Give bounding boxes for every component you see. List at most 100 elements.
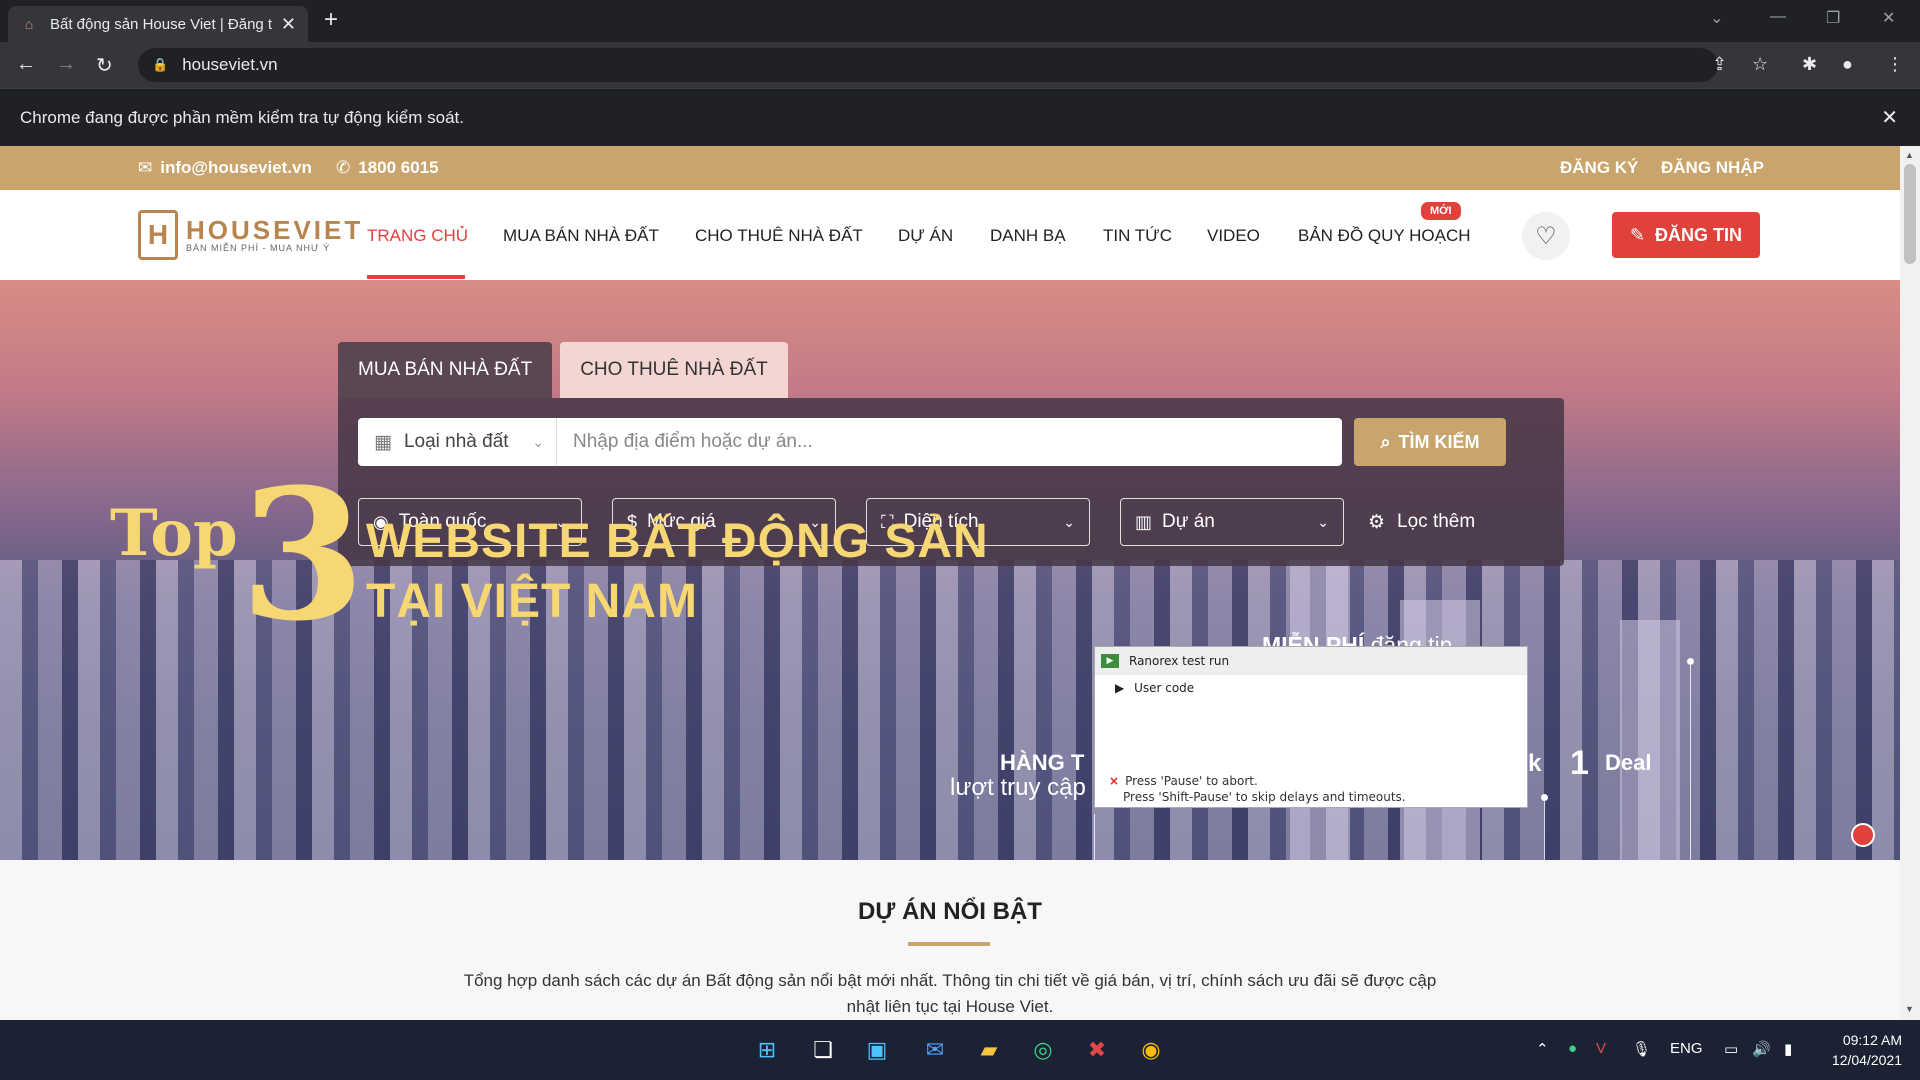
scroll-thumb[interactable] [1904,164,1916,264]
register-link[interactable]: ĐĂNG KÝ [1560,158,1638,178]
tray-overflow-icon[interactable]: ⌃ [1536,1040,1549,1058]
ranorex-test-run-window: ▶ Ranorex test run ▶ User code × Press 'P… [1094,646,1528,808]
logo-wordmark: HOUSEVIET [186,215,364,245]
url-text: houseviet.vn [182,55,278,74]
microphone-icon[interactable]: 🎙 [1632,1040,1651,1058]
tower-image [1620,620,1680,860]
site-logo[interactable]: H HOUSEVIET BÁN MIỄN PHÍ - MUA NHƯ Ý [138,210,363,260]
gear-icon: ⚙ [1368,511,1386,533]
chrome-menu-icon[interactable]: ⋮ [1886,54,1904,75]
file-explorer-icon[interactable]: ▰ [973,1034,1005,1066]
ranorex-app-icon[interactable]: ✖ [1081,1034,1113,1066]
site-header: H HOUSEVIET BÁN MIỄN PHÍ - MUA NHƯ Ý TRA… [0,190,1900,280]
phone-link[interactable]: ✆ 1800 6015 [336,158,439,178]
scroll-up-icon[interactable]: ▲ [1905,150,1914,160]
nav-buy-sell[interactable]: MUA BÁN NHÀ ĐẤT [503,226,659,246]
favorites-heart-icon[interactable]: ♡ [1522,212,1570,260]
house-logo-icon: H [138,210,178,260]
property-type-label: Loại nhà đất [403,431,509,452]
chevron-down-icon: ⌄ [532,433,544,450]
chevron-down-icon: ⌄ [1063,513,1075,530]
new-tab-icon[interactable]: + [324,6,338,34]
login-link[interactable]: ĐĂNG NHẬP [1661,158,1764,178]
expand-arrow-icon[interactable]: ▶ [1115,681,1124,695]
reload-icon[interactable]: ↻ [96,53,113,78]
banner-stat-k: k [1528,750,1542,777]
building-icon: ▥ [1135,511,1153,532]
tab-buy-sell[interactable]: MUA BÁN NHÀ ĐẤT [338,342,553,398]
ranorex-tree-node[interactable]: ▶ User code [1115,681,1194,695]
banner-divider [1544,796,1545,860]
project-filter[interactable]: ▥ Dự án ⌄ [1120,498,1344,546]
nav-directory[interactable]: DANH BẠ [990,226,1066,246]
restore-icon[interactable]: ❐ [1826,8,1840,28]
property-type-select[interactable]: ▦ Loại nhà đất ⌄ [358,418,556,466]
post-listing-label: ĐĂNG TIN [1655,224,1743,245]
search-button[interactable]: ⌕ TÌM KIẾM [1354,418,1506,466]
nav-home[interactable]: TRANG CHỦ [367,226,468,246]
widgets-icon[interactable]: ▣ [861,1034,893,1066]
extensions-icon[interactable]: ✱ [1802,54,1817,75]
browser-tab[interactable]: ⌂ Bất động sản House Viet | Đăng t ✕ [8,6,308,42]
task-view-icon[interactable]: ❏ [807,1034,839,1066]
email-text: info@houseviet.vn [160,158,312,177]
bookmark-star-icon[interactable]: ☆ [1752,54,1768,75]
post-listing-button[interactable]: ✎ ĐĂNG TIN [1612,212,1760,258]
tray-v-icon[interactable]: V [1596,1040,1606,1057]
tab-rent[interactable]: CHO THUÊ NHÀ ĐẤT [560,342,788,398]
banner-number: 3 [240,450,366,661]
chat-icon[interactable]: ✉ [919,1034,951,1066]
nav-video[interactable]: VIDEO [1207,226,1260,246]
forward-icon[interactable]: → [56,53,76,76]
banner-stat-deal: Deal [1605,750,1652,775]
abort-x-icon: × [1109,774,1120,788]
email-link[interactable]: ✉ info@houseviet.vn [138,158,312,178]
chrome-app-icon[interactable]: ◉ [1135,1034,1167,1066]
more-filters-button[interactable]: ⚙ Lọc thêm [1368,498,1475,546]
banner-dot [1687,658,1694,665]
address-bar[interactable]: 🔒 houseviet.vn [138,48,1718,82]
page-scrollbar[interactable]: ▲ ▼ [1900,146,1920,1020]
close-window-icon[interactable]: ✕ [1882,8,1895,28]
battery-icon[interactable]: ▮ [1784,1040,1792,1058]
back-icon[interactable]: ← [16,53,36,76]
project-filter-label: Dự án [1162,511,1215,532]
browser-tabbar: ⌂ Bất động sản House Viet | Đăng t ✕ + ⌄… [0,0,1920,42]
ranorex-msg-2: Press 'Shift-Pause' to skip delays and t… [1123,790,1406,804]
nav-projects[interactable]: DỰ ÁN [898,226,953,246]
banner-stat-one: 1 [1570,744,1589,782]
location-search-input[interactable] [556,418,1342,466]
network-icon[interactable]: ▭ [1724,1040,1738,1058]
browser-toolbar: ← → ↻ 🔒 houseviet.vn ⇪ ☆ ✱ ● ⋮ [0,42,1920,88]
banner-record-icon[interactable] [1851,823,1875,847]
minimize-icon[interactable]: — [1770,8,1786,26]
site-favicon-icon: ⌂ [24,16,34,32]
banner-divider [1690,660,1691,860]
profile-icon[interactable]: ● [1842,54,1853,75]
windows-start-icon[interactable]: ⊞ [751,1034,783,1066]
share-icon[interactable]: ⇪ [1712,54,1727,75]
building-icon: ▦ [374,431,392,453]
language-indicator[interactable]: ENG [1670,1040,1703,1057]
tab-search-icon[interactable]: ⌄ [1710,8,1723,28]
phone-icon: ✆ [336,158,351,177]
new-badge: MỚI [1421,202,1461,220]
close-tab-icon[interactable]: ✕ [281,14,296,35]
lock-icon[interactable]: 🔒 [152,57,168,73]
nav-planning-map[interactable]: BẢN ĐỒ QUY HOẠCH [1298,226,1471,246]
infobar-close-icon[interactable]: ✕ [1881,105,1898,130]
banner-line-1: WEBSITE BẤT ĐỘNG SẢN [366,515,989,568]
banner-stat-title: HÀNG T [1000,750,1085,775]
search-icon: ⌕ [1380,431,1391,452]
automation-infobar: Chrome đang được phần mềm kiểm tra tự độ… [0,88,1920,146]
featured-description: Tổng hợp danh sách các dự án Bất động sả… [463,971,1437,1016]
tray-app-icon[interactable]: ● [1568,1040,1577,1057]
nav-rent[interactable]: CHO THUÊ NHÀ ĐẤT [695,226,863,246]
nav-news[interactable]: TIN TỨC [1103,226,1172,246]
scroll-down-icon[interactable]: ▼ [1905,1004,1914,1014]
edit-icon: ✎ [1629,224,1646,245]
ranorex-title: Ranorex test run [1129,654,1230,668]
system-clock[interactable]: 09:12 AM 12/04/2021 [1832,1030,1902,1070]
edge-browser-icon[interactable]: ◎ [1027,1034,1059,1066]
volume-icon[interactable]: 🔊 [1752,1040,1771,1058]
